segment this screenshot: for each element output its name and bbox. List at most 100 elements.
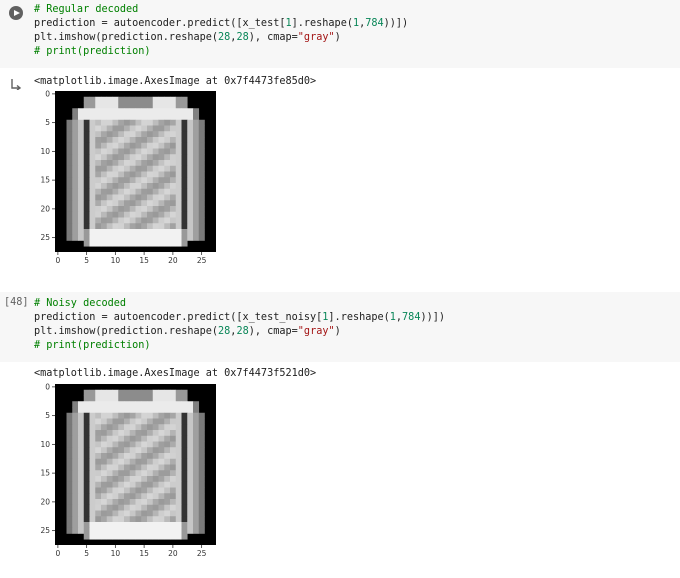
- image-pixel: [141, 522, 148, 529]
- image-pixel: [158, 114, 165, 121]
- image-pixel: [193, 401, 200, 408]
- image-pixel: [118, 504, 125, 511]
- image-pixel: [170, 395, 177, 402]
- image-pixel: [83, 412, 90, 419]
- image-pixel: [152, 470, 159, 477]
- image-pixel: [89, 108, 96, 115]
- image-pixel: [89, 171, 96, 178]
- image-pixel: [164, 441, 171, 448]
- image-pixel: [170, 229, 177, 236]
- image-pixel: [187, 183, 194, 190]
- image-pixel: [181, 108, 188, 115]
- image-pixel: [124, 481, 131, 488]
- image-pixel: [175, 154, 182, 161]
- image-pixel: [158, 171, 165, 178]
- image-pixel: [187, 401, 194, 408]
- image-pixel: [141, 200, 148, 207]
- image-pixel: [129, 487, 136, 494]
- image-pixel: [135, 424, 142, 431]
- image-pixel: [198, 441, 205, 448]
- image-pixel: [158, 206, 165, 213]
- image-pixel: [164, 407, 171, 414]
- image-pixel: [118, 200, 125, 207]
- image-pixel: [118, 188, 125, 195]
- code-token: ].reshape(: [291, 18, 353, 29]
- image-pixel: [170, 142, 177, 149]
- image-pixel: [164, 504, 171, 511]
- y-tick-label: 10: [40, 440, 50, 449]
- image-pixel: [135, 194, 142, 201]
- run-cell-button[interactable]: [9, 6, 23, 20]
- image-pixel: [141, 476, 148, 483]
- image-pixel: [101, 200, 108, 207]
- image-pixel: [147, 211, 154, 218]
- image-pixel: [118, 435, 125, 442]
- image-pixel: [72, 234, 79, 241]
- image-pixel: [147, 464, 154, 471]
- image-pixel: [158, 476, 165, 483]
- image-pixel: [95, 102, 102, 109]
- image-pixel: [175, 481, 182, 488]
- code-cell-1[interactable]: # Regular decoded prediction = autoencod…: [0, 0, 680, 68]
- image-pixel: [147, 389, 154, 396]
- image-pixel: [170, 148, 177, 155]
- image-pixel: [193, 527, 200, 534]
- image-pixel: [147, 407, 154, 414]
- image-pixel: [158, 389, 165, 396]
- image-pixel: [193, 229, 200, 236]
- image-pixel: [129, 395, 136, 402]
- image-pixel: [112, 493, 119, 500]
- image-pixel: [83, 424, 90, 431]
- image-pixel: [187, 131, 194, 138]
- image-pixel: [187, 200, 194, 207]
- image-pixel: [112, 148, 119, 155]
- image-pixel: [95, 131, 102, 138]
- image-pixel: [72, 464, 79, 471]
- image-pixel: [83, 114, 90, 121]
- image-pixel: [78, 527, 85, 534]
- image-pixel: [170, 412, 177, 419]
- image-pixel: [118, 522, 125, 529]
- image-pixel: [193, 234, 200, 241]
- image-pixel: [78, 493, 85, 500]
- image-pixel: [106, 183, 113, 190]
- image-pixel: [141, 464, 148, 471]
- image-pixel: [158, 188, 165, 195]
- image-pixel: [135, 217, 142, 224]
- image-pixel: [106, 125, 113, 132]
- image-pixel: [66, 119, 73, 126]
- image-pixel: [83, 418, 90, 425]
- image-pixel: [95, 481, 102, 488]
- image-pixel: [135, 464, 142, 471]
- image-pixel: [72, 458, 79, 465]
- image-pixel: [89, 447, 96, 454]
- image-pixel: [95, 476, 102, 483]
- image-pixel: [175, 476, 182, 483]
- image-pixel: [95, 154, 102, 161]
- image-pixel: [198, 119, 205, 126]
- image-pixel: [72, 510, 79, 517]
- image-pixel: [141, 453, 148, 460]
- image-pixel: [170, 522, 177, 529]
- image-pixel: [147, 493, 154, 500]
- image-pixel: [181, 223, 188, 230]
- image-pixel: [152, 102, 159, 109]
- image-pixel: [95, 160, 102, 167]
- image-pixel: [193, 125, 200, 132]
- code-cell-2[interactable]: [48] # Noisy decoded prediction = autoen…: [0, 292, 680, 362]
- image-pixel: [158, 499, 165, 506]
- image-pixel: [95, 487, 102, 494]
- image-pixel: [112, 395, 119, 402]
- image-pixel: [124, 412, 131, 419]
- image-pixel: [78, 223, 85, 230]
- image-pixel: [170, 499, 177, 506]
- image-pixel: [129, 464, 136, 471]
- image-pixel: [181, 441, 188, 448]
- image-pixel: [66, 516, 73, 523]
- image-pixel: [101, 125, 108, 132]
- image-pixel: [66, 125, 73, 132]
- image-pixel: [181, 211, 188, 218]
- output-redirect-icon[interactable]: [10, 78, 22, 90]
- image-pixel: [118, 487, 125, 494]
- image-pixel: [158, 401, 165, 408]
